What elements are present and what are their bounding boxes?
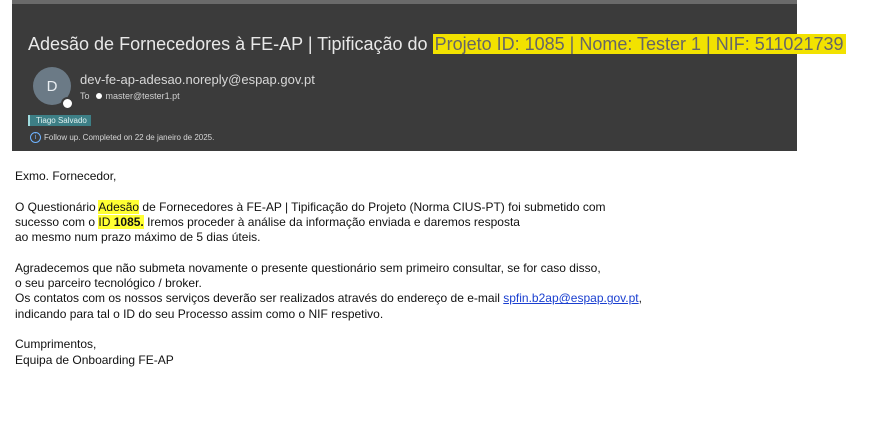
p1-text-a: O Questionário xyxy=(15,199,99,214)
p1-id-number: 1085. xyxy=(113,214,144,229)
recipient-presence-icon xyxy=(95,93,102,99)
p1-id-prefix: ID xyxy=(98,214,114,229)
followup-text: Follow up. Completed on 22 de janeiro de… xyxy=(44,133,215,142)
email-link[interactable]: spfin.b2ap@espap.gov.pt xyxy=(503,291,638,305)
email-body: Exmo. Fornecedor, O Questionário Adesão … xyxy=(15,169,785,383)
paragraph-contact: Agradecemos que não submeta novamente o … xyxy=(15,261,785,322)
p2-comma: , xyxy=(638,291,642,306)
followup-flag: i Follow up. Completed on 22 de janeiro … xyxy=(30,132,214,143)
recipient-line: To master@tester1.pt xyxy=(80,91,180,101)
presence-status-icon xyxy=(61,97,74,110)
category-tag[interactable]: Tiago Salvado xyxy=(28,115,91,126)
p1-text-c: sucesso com o xyxy=(15,214,99,229)
subject-prefix: Adesão de Fornecedores à FE-AP | Tipific… xyxy=(28,34,433,54)
info-icon: i xyxy=(30,132,41,143)
p2-text-a: Agradecemos que não submeta novamente o … xyxy=(15,260,601,275)
avatar-initial: D xyxy=(46,77,58,95)
paragraph-submission: O Questionário Adesão de Fornecedores à … xyxy=(15,199,785,246)
p2-text-c: Os contatos com os nossos serviços dever… xyxy=(15,291,504,306)
header-top-strip xyxy=(12,0,797,4)
signature: Equipa de Onboarding FE-AP xyxy=(15,352,174,367)
p2-text-b: o seu parceiro tecnológico / broker. xyxy=(15,276,202,291)
to-label: To xyxy=(80,91,90,101)
p2-text-d: indicando para tal o ID do seu Processo … xyxy=(15,306,384,321)
paragraph-signoff: Cumprimentos, Equipa de Onboarding FE-AP xyxy=(15,337,785,368)
p1-text-d: Iremos proceder à análise da informação … xyxy=(143,214,520,229)
greeting: Exmo. Fornecedor, xyxy=(15,169,117,183)
recipient-address[interactable]: master@tester1.pt xyxy=(106,91,180,101)
closing: Cumprimentos, xyxy=(15,337,97,352)
p1-highlight: Adesão xyxy=(98,199,140,214)
subject-highlight: Projeto ID: 1085 | Nome: Tester 1 | NIF:… xyxy=(432,34,846,54)
email-header: Adesão de Fornecedores à FE-AP | Tipific… xyxy=(12,0,846,151)
p1-text-e: ao mesmo num prazo máximo de 5 dias útei… xyxy=(15,230,261,245)
email-subject: Adesão de Fornecedores à FE-AP | Tipific… xyxy=(28,33,846,55)
p1-text-b: de Fornecedores à FE-AP | Tipificação do… xyxy=(139,199,606,214)
sender-address[interactable]: dev-fe-ap-adesao.noreply@espap.gov.pt xyxy=(80,72,315,87)
